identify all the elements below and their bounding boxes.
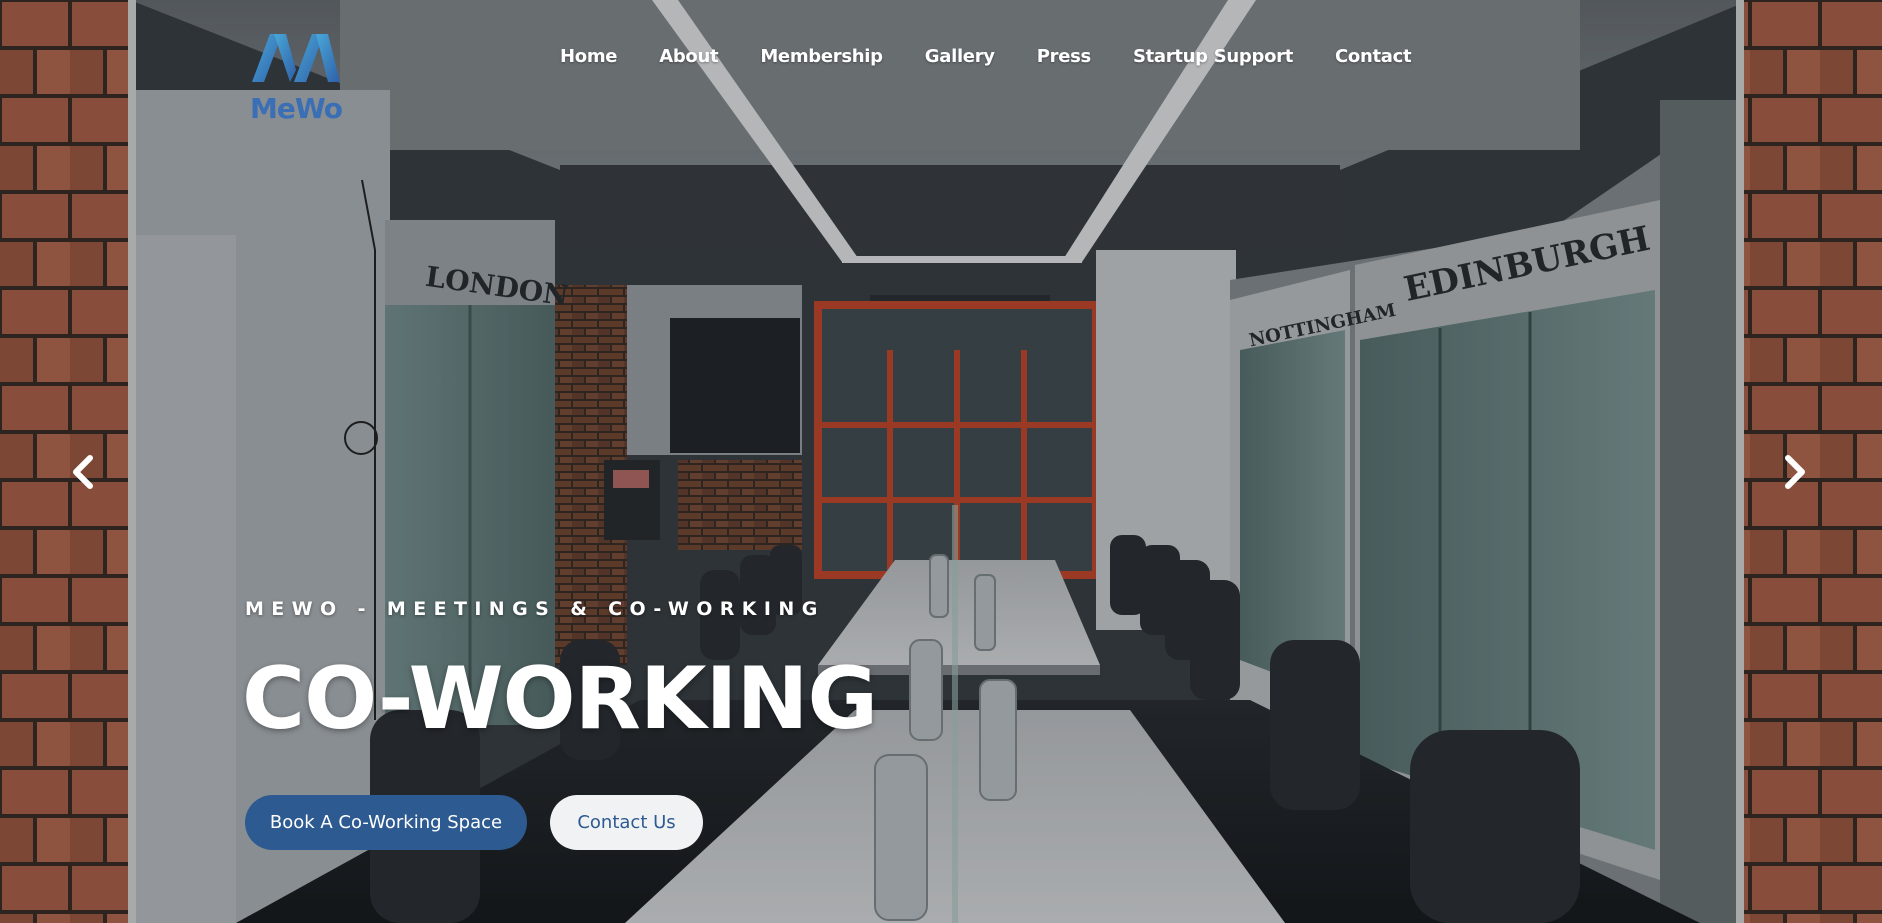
nav-contact[interactable]: Contact <box>1335 46 1412 76</box>
hero-slider: LONDON NOTTINGHAM EDINBURGH MeWo Home Ab… <box>0 0 1882 923</box>
mewo-logo-icon <box>252 34 340 82</box>
nav-membership[interactable]: Membership <box>760 46 883 76</box>
mewo-logo[interactable]: MeWo <box>244 30 348 125</box>
chevron-left-icon <box>73 455 93 489</box>
nav-startup-support[interactable]: Startup Support <box>1133 46 1293 76</box>
nav-press[interactable]: Press <box>1037 46 1092 76</box>
logo-text: MeWo <box>250 92 343 125</box>
book-coworking-button[interactable]: Book A Co-Working Space <box>245 795 527 850</box>
nav-about[interactable]: About <box>659 46 718 76</box>
slider-next-button[interactable] <box>1774 452 1814 492</box>
chevron-right-icon <box>1785 455 1805 489</box>
nav-gallery[interactable]: Gallery <box>925 46 995 76</box>
hero-tagline: MEWO - MEETINGS & CO-WORKING <box>245 598 825 620</box>
main-navigation: Home About Membership Gallery Press Star… <box>560 46 1453 76</box>
contact-us-button[interactable]: Contact Us <box>550 795 703 850</box>
hero-background-image: LONDON NOTTINGHAM EDINBURGH <box>0 0 1882 923</box>
hero-headline: CO-WORKING <box>242 649 878 749</box>
nav-home[interactable]: Home <box>560 46 618 76</box>
slider-prev-button[interactable] <box>64 452 104 492</box>
